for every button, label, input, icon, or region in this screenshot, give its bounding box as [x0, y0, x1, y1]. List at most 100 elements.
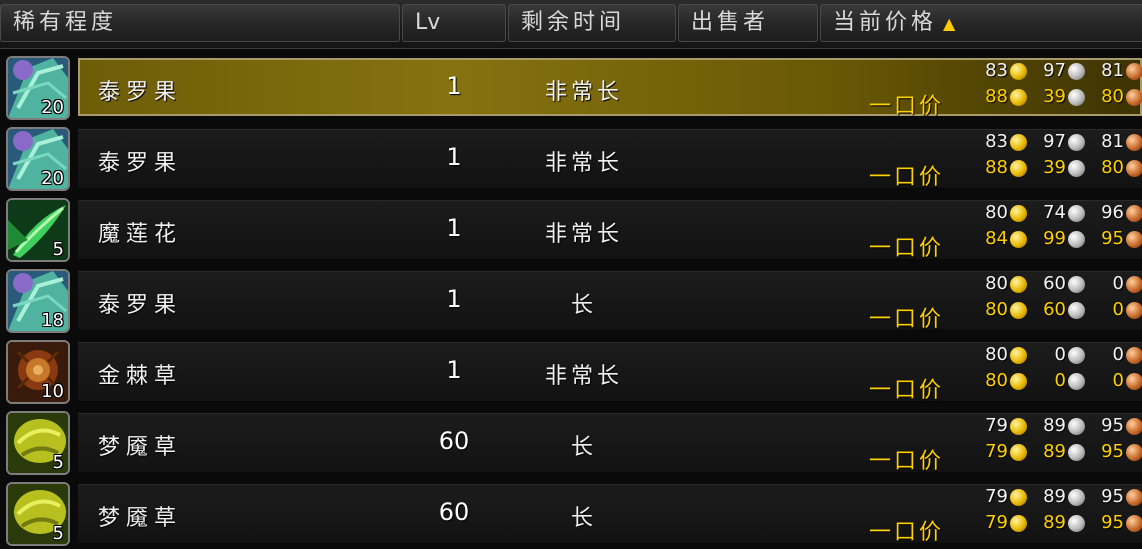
- buyout-price: 79 89 95: [974, 441, 1142, 465]
- gold-amount: 80: [985, 344, 1008, 365]
- gold-amount: 80: [985, 202, 1008, 223]
- time-left: 长: [570, 435, 597, 460]
- copper-coin-icon: [1126, 418, 1142, 435]
- current-bid-price: 80 0 0: [974, 344, 1142, 368]
- auction-row[interactable]: 18 泰罗果 1 长 80 60 0 一口价 80 60 0: [0, 263, 1142, 333]
- silver-coin-icon: [1068, 205, 1085, 222]
- silver-amount: 97: [1043, 131, 1066, 152]
- gold-coin-icon: [1010, 276, 1027, 293]
- gold-amount: 84: [985, 228, 1008, 249]
- item-level: 1: [446, 143, 462, 171]
- gold-coin-icon: [1010, 205, 1027, 222]
- copper-amount: 80: [1101, 86, 1124, 107]
- copper-amount: 95: [1101, 441, 1124, 462]
- copper-coin-icon: [1126, 444, 1142, 461]
- gold-coin-icon: [1010, 231, 1027, 248]
- silver-coin-icon: [1068, 160, 1085, 177]
- stack-count: 5: [52, 452, 64, 473]
- column-header-level[interactable]: Lv: [402, 4, 506, 42]
- stack-count: 5: [52, 239, 64, 260]
- mana-thistle-icon[interactable]: 5: [6, 198, 70, 262]
- copper-coin-icon: [1126, 231, 1142, 248]
- silver-amount: 0: [1054, 370, 1066, 391]
- auction-row[interactable]: 10 金棘草 1 非常长 80 0 0 一口价 80 0 0: [0, 334, 1142, 404]
- column-header-time-left[interactable]: 剩余时间: [508, 4, 676, 42]
- terocone-icon[interactable]: 20: [6, 56, 70, 120]
- gold-amount: 80: [985, 370, 1008, 391]
- silver-coin-icon: [1068, 89, 1085, 106]
- copper-coin-icon: [1126, 63, 1142, 80]
- buyout-price: 79 89 95: [974, 512, 1142, 536]
- silver-coin-icon: [1068, 231, 1085, 248]
- copper-coin-icon: [1126, 302, 1142, 319]
- terocone-icon[interactable]: 18: [6, 269, 70, 333]
- copper-coin-icon: [1126, 134, 1142, 151]
- gold-amount: 79: [985, 486, 1008, 507]
- nightmare-vine-icon[interactable]: 5: [6, 411, 70, 475]
- silver-coin-icon: [1068, 134, 1085, 151]
- gold-coin-icon: [1010, 134, 1027, 151]
- gold-amount: 88: [985, 157, 1008, 178]
- buyout-price: 88 39 80: [974, 86, 1142, 110]
- item-level: 60: [438, 427, 470, 455]
- time-left: 非常长: [544, 364, 623, 389]
- auction-row[interactable]: 5 魔莲花 1 非常长 80 74 96 一口价 84 99 95: [0, 192, 1142, 262]
- item-level: 1: [446, 356, 462, 384]
- silver-coin-icon: [1068, 276, 1085, 293]
- stack-count: 20: [41, 97, 64, 118]
- buyout-label: 一口价: [868, 449, 944, 474]
- buyout-price: 84 99 95: [974, 228, 1142, 252]
- time-left: 长: [570, 293, 597, 318]
- auction-row[interactable]: 5 梦魇草 60 长 79 89 95 一口价 79 89 95: [0, 476, 1142, 546]
- item-name: 泰罗果: [98, 151, 183, 176]
- buyout-label: 一口价: [868, 520, 944, 545]
- copper-coin-icon: [1126, 347, 1142, 364]
- silver-amount: 60: [1043, 299, 1066, 320]
- gold-coin-icon: [1010, 63, 1027, 80]
- gold-coin-icon: [1010, 489, 1027, 506]
- sort-ascending-icon: ▲: [943, 14, 956, 33]
- column-header-bar: 稀有程度 Lv 剩余时间 出售者 当前价格 ▲: [0, 0, 1142, 49]
- gold-coin-icon: [1010, 302, 1027, 319]
- column-header-rarity[interactable]: 稀有程度: [0, 4, 400, 42]
- item-name: 魔莲花: [98, 222, 183, 247]
- silver-amount: 89: [1043, 486, 1066, 507]
- copper-coin-icon: [1126, 276, 1142, 293]
- copper-amount: 95: [1101, 512, 1124, 533]
- buyout-price: 80 0 0: [974, 370, 1142, 394]
- current-bid-price: 79 89 95: [974, 486, 1142, 510]
- nightmare-vine-icon[interactable]: 5: [6, 482, 70, 546]
- copper-coin-icon: [1126, 160, 1142, 177]
- gold-coin-icon: [1010, 373, 1027, 390]
- buyout-label: 一口价: [868, 236, 944, 261]
- item-name: 泰罗果: [98, 80, 183, 105]
- current-bid-price: 83 97 81: [974, 60, 1142, 84]
- gold-amount: 79: [985, 512, 1008, 533]
- current-bid-price: 83 97 81: [974, 131, 1142, 155]
- buyout-label: 一口价: [868, 378, 944, 403]
- auction-row[interactable]: 20 泰罗果 1 非常长 83 97 81 一口价 88 39 80: [0, 50, 1142, 120]
- column-header-seller[interactable]: 出售者: [678, 4, 818, 42]
- auction-row[interactable]: 20 泰罗果 1 非常长 83 97 81 一口价 88 39 80: [0, 121, 1142, 191]
- gold-amount: 79: [985, 415, 1008, 436]
- goldthorn-icon[interactable]: 10: [6, 340, 70, 404]
- silver-coin-icon: [1068, 418, 1085, 435]
- gold-amount: 80: [985, 299, 1008, 320]
- gold-coin-icon: [1010, 347, 1027, 364]
- item-level: 1: [446, 72, 462, 100]
- copper-coin-icon: [1126, 89, 1142, 106]
- item-name: 梦魇草: [98, 435, 183, 460]
- column-header-current-price[interactable]: 当前价格 ▲: [820, 4, 1142, 42]
- gold-coin-icon: [1010, 444, 1027, 461]
- silver-amount: 99: [1043, 228, 1066, 249]
- column-header-price-label: 当前价格: [833, 10, 938, 35]
- silver-amount: 39: [1043, 157, 1066, 178]
- gold-coin-icon: [1010, 515, 1027, 532]
- copper-amount: 0: [1112, 344, 1124, 365]
- terocone-icon[interactable]: 20: [6, 127, 70, 191]
- silver-coin-icon: [1068, 63, 1085, 80]
- buyout-price: 88 39 80: [974, 157, 1142, 181]
- copper-amount: 95: [1101, 415, 1124, 436]
- auction-row[interactable]: 5 梦魇草 60 长 79 89 95 一口价 79 89 95: [0, 405, 1142, 475]
- copper-amount: 81: [1101, 60, 1124, 81]
